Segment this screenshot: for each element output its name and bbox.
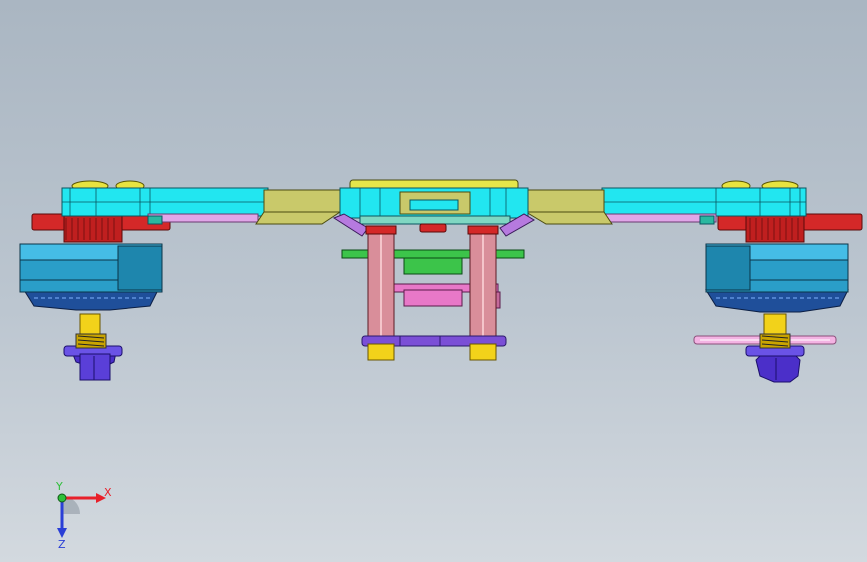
- right-motor-shaft: [763, 313, 787, 337]
- z-axis-label: Z: [58, 538, 66, 550]
- center-body[interactable]: [332, 179, 535, 237]
- right-motor-base: [705, 289, 849, 313]
- coordinate-triad-icon: X Y Z: [55, 480, 112, 550]
- left-motor-base: [23, 289, 159, 311]
- drone-frame-model[interactable]: [0, 0, 867, 562]
- y-axis-label: Y: [55, 480, 63, 493]
- electronics-stack[interactable]: [341, 225, 525, 361]
- right-arm-bracket: [525, 189, 613, 225]
- y-axis-origin: [57, 493, 67, 503]
- left-foot: [367, 343, 395, 361]
- cad-viewport[interactable]: X Y Z: [0, 0, 867, 562]
- right-foot: [469, 343, 497, 361]
- left-arm-bracket: [255, 189, 341, 225]
- x-axis-label: X: [104, 486, 112, 499]
- right-prop-nut: [755, 353, 801, 383]
